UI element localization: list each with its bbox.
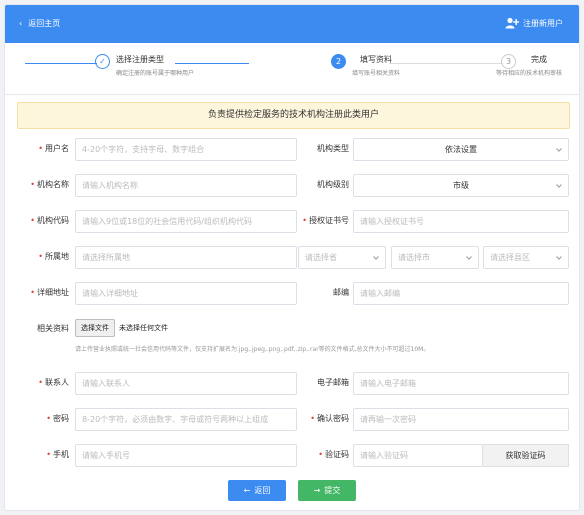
org-level-value: 市级 <box>453 181 469 190</box>
chevron-down-icon <box>466 255 472 261</box>
username-input[interactable]: 4-20个字符，支持字母、数字组合 <box>75 138 297 161</box>
file-status: 未选择任何文件 <box>119 324 168 332</box>
captcha-input[interactable]: 请输入验证码 <box>353 444 483 467</box>
username-label: • 用户名 <box>38 144 69 153</box>
check-icon: ✓ <box>95 54 110 69</box>
get-captcha-button[interactable]: 获取验证码 <box>483 444 569 467</box>
step-2: 2 填写资料 填写账号相关资料 <box>331 54 400 77</box>
email-label: 电子邮箱 <box>317 378 349 387</box>
confirm-password-label: • 确认密码 <box>310 414 349 423</box>
org-name-input[interactable]: 请输入机构名称 <box>75 174 297 197</box>
step-line-1 <box>25 63 97 64</box>
arrow-right-icon: → <box>313 486 321 495</box>
registration-page: ‹ 返回主页 注册新用户 ✓ 选择注册类型 确定注册的账号属于哪种用户 2 填写… <box>4 4 580 511</box>
org-type-label: 机构类型 <box>317 144 349 153</box>
chevron-down-icon <box>556 255 562 261</box>
org-name-label: • 机构名称 <box>30 180 69 189</box>
cert-no-input[interactable]: 请输入授权证书号 <box>353 210 569 233</box>
location-label: • 所属地 <box>38 252 69 261</box>
postcode-input[interactable]: 请输入邮编 <box>353 282 569 305</box>
back-home-link[interactable]: ‹ 返回主页 <box>19 18 60 29</box>
email-input[interactable]: 请输入电子邮箱 <box>353 372 569 395</box>
phone-label: • 手机 <box>46 450 69 459</box>
submit-button-label: 提交 <box>324 486 341 495</box>
org-code-label: • 机构代码 <box>30 216 69 225</box>
step-3-desc: 等待相应的技术机构审核 <box>496 70 563 77</box>
notice-banner: 负责提供检定服务的技术机构注册此类用户 <box>17 102 570 129</box>
back-button[interactable]: ← 返回 <box>228 480 286 501</box>
step-2-number: 2 <box>331 54 346 69</box>
step-line-3 <box>389 63 503 64</box>
docs-label: 相关资料 <box>37 324 69 333</box>
org-level-select[interactable]: 市级 <box>353 174 569 197</box>
step-3-number: 3 <box>501 54 516 69</box>
chevron-left-icon: ‹ <box>19 19 23 28</box>
step-1: ✓ 选择注册类型 确定注册的账号属于哪种用户 <box>95 54 194 77</box>
chevron-down-icon <box>373 255 379 261</box>
submit-button[interactable]: → 提交 <box>298 480 356 501</box>
city-select[interactable]: 请选择市 <box>391 246 479 269</box>
file-hint: 请上传营业执照或统一社会信用代码等文件，仅支持扩展名为.jpg,.jpeg,.p… <box>75 346 430 353</box>
province-placeholder: 请选择省 <box>305 253 337 262</box>
province-select[interactable]: 请选择省 <box>298 246 386 269</box>
back-home-label: 返回主页 <box>28 19 61 28</box>
add-user-icon <box>505 17 519 29</box>
step-2-desc: 填写账号相关资料 <box>352 70 401 77</box>
chevron-down-icon <box>556 147 562 153</box>
step-1-title: 选择注册类型 <box>116 55 164 64</box>
confirm-password-input[interactable]: 请再输一次密码 <box>353 408 569 431</box>
step-2-title: 填写资料 <box>360 55 392 64</box>
choose-file-button[interactable]: 选择文件 <box>75 319 115 337</box>
top-bar: ‹ 返回主页 注册新用户 <box>5 5 579 43</box>
step-1-desc: 确定注册的账号属于哪种用户 <box>116 70 195 77</box>
divider <box>5 94 579 95</box>
contact-input[interactable]: 请输入联系人 <box>75 372 297 395</box>
address-input[interactable]: 请输入详细地址 <box>75 282 297 305</box>
contact-label: • 联系人 <box>38 378 69 387</box>
phone-input[interactable]: 请输入手机号 <box>75 444 297 467</box>
register-new-user-label: 注册新用户 <box>523 18 563 28</box>
org-type-value: 依法设置 <box>445 145 477 154</box>
cert-no-label: • 授权证书号 <box>302 216 349 225</box>
password-label: • 密码 <box>46 414 69 423</box>
step-progress: ✓ 选择注册类型 确定注册的账号属于哪种用户 2 填写资料 填写账号相关资料 3… <box>5 45 579 93</box>
password-input[interactable]: 8-20个字符，必须由数字、字母或符号两种以上组成 <box>75 408 297 431</box>
address-label: • 详细地址 <box>30 288 69 297</box>
org-code-input[interactable]: 请输入9位或18位的社会信用代码/组织机构代码 <box>75 210 297 233</box>
back-button-label: 返回 <box>254 486 271 495</box>
org-type-select[interactable]: 依法设置 <box>353 138 569 161</box>
register-new-user-link[interactable]: 注册新用户 <box>505 17 563 29</box>
chevron-down-icon <box>556 183 562 189</box>
captcha-label: • 验证码 <box>318 450 349 459</box>
district-placeholder: 请选择县区 <box>490 253 530 262</box>
postcode-label: 邮编 <box>333 288 349 297</box>
location-input[interactable]: 请选择所属地 <box>75 246 297 269</box>
step-3-title: 完成 <box>531 55 547 64</box>
org-level-label: 机构级别 <box>317 180 349 189</box>
step-3: 3 完成 等待相应的技术机构审核 <box>496 54 562 77</box>
district-select[interactable]: 请选择县区 <box>483 246 569 269</box>
city-placeholder: 请选择市 <box>398 253 430 262</box>
arrow-left-icon: ← <box>243 486 251 495</box>
